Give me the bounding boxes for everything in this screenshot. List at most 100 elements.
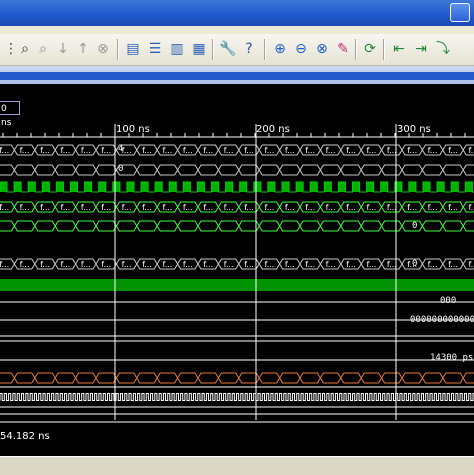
time-tick-300: 300 ns [397, 124, 431, 135]
up-arrow-icon[interactable]: ↑ [74, 40, 92, 58]
status-bar [0, 456, 474, 475]
time-tick-200: 200 ns [256, 124, 290, 135]
bus-label: f... [448, 146, 458, 155]
bus-trace-e [0, 258, 474, 270]
bus-label: f... [468, 260, 474, 269]
bus-label: f... [326, 260, 336, 269]
bus-label: f... [244, 203, 254, 212]
bus-label: f... [203, 203, 213, 212]
menu-bar [0, 26, 474, 34]
bus-label: f... [407, 146, 417, 155]
bus-label: f... [285, 146, 295, 155]
zoom-in-icon[interactable]: ⊕ [271, 40, 289, 58]
bus-label: f... [326, 203, 336, 212]
bus-d-end-value: 0 [412, 221, 418, 231]
bus-label: f... [81, 146, 91, 155]
down-arrow-icon[interactable]: ↓ [54, 40, 72, 58]
bus-label: f... [60, 260, 70, 269]
bus-label: f... [407, 203, 417, 212]
bus-label: f... [264, 260, 274, 269]
bus-label: f... [387, 146, 397, 155]
bus-label: f... [264, 203, 274, 212]
bus-label: f... [101, 146, 111, 155]
settings-icon[interactable]: 🔧 [219, 40, 237, 58]
bus-label: f... [183, 203, 193, 212]
bus-label: f... [224, 203, 234, 212]
bus-label: f... [346, 260, 356, 269]
bus-label: f... [20, 146, 30, 155]
bus-a-value: 4 [118, 144, 124, 154]
cancel-icon[interactable]: ⊗ [94, 40, 112, 58]
bus-label: f... [387, 203, 397, 212]
close-window-button[interactable] [450, 3, 470, 22]
bus-label: f... [366, 203, 376, 212]
bus-label: f... [285, 260, 295, 269]
find-icon[interactable]: ⌕ [16, 40, 34, 58]
bus-label: f... [244, 146, 254, 155]
bus-label: f... [40, 203, 50, 212]
bus-label: f... [468, 203, 474, 212]
bus-label: f... [428, 260, 438, 269]
zoom-area-icon[interactable]: ✎ [334, 40, 352, 58]
cursor-time-field[interactable]: 0 ns [0, 101, 20, 128]
bus-label: f... [162, 260, 172, 269]
bus-label: f... [122, 260, 132, 269]
bus-label: f... [346, 203, 356, 212]
bus-label: f... [162, 146, 172, 155]
find-next-icon[interactable]: ⌕ [34, 40, 52, 58]
bus-label: f... [326, 146, 336, 155]
bus-label: f... [285, 203, 295, 212]
horizontal-scrollbar[interactable] [0, 72, 474, 80]
bus-label: f... [264, 146, 274, 155]
bus-label: f... [203, 260, 213, 269]
bus-label: f... [428, 146, 438, 155]
window-tile-v-icon[interactable]: ▥ [168, 40, 186, 58]
bus-label: f... [81, 203, 91, 212]
bus-trace-a [0, 144, 474, 156]
bus-trace-b [0, 164, 474, 176]
refresh-icon[interactable]: ⟳ [361, 40, 379, 58]
bus-trace-solid [0, 279, 474, 291]
title-bar [0, 0, 474, 26]
time-tick-100: 100 ns [116, 124, 150, 135]
bus-label: f... [305, 260, 315, 269]
bus-label: f... [346, 146, 356, 155]
bus-label: f... [142, 203, 152, 212]
forward-icon[interactable]: ⇥ [412, 40, 430, 58]
clock-trace-sample [0, 393, 474, 401]
bus-label: f... [448, 203, 458, 212]
bus-label: f... [203, 146, 213, 155]
bus-label: f... [366, 260, 376, 269]
panel-header [0, 66, 474, 84]
waveform-panel: f... f... f... f... f... f... f... f... f... f...… [0, 84, 474, 456]
clock-trace-fast [0, 181, 474, 193]
bus-label: f... [224, 146, 234, 155]
step-icon[interactable]: ⤵ [434, 40, 452, 58]
help-icon[interactable]: ? [240, 40, 258, 58]
bus-label: f... [101, 260, 111, 269]
bus-label: f... [366, 146, 376, 155]
bus-b-value: 0 [118, 164, 124, 174]
bus-label: f... [428, 203, 438, 212]
bus-label: f... [20, 203, 30, 212]
zoom-out-icon[interactable]: ⊖ [292, 40, 310, 58]
bus-label: f... [142, 146, 152, 155]
bus-label: f... [387, 260, 397, 269]
bus-label: f... [142, 260, 152, 269]
bus-label: f... [305, 146, 315, 155]
zoom-fit-icon[interactable]: ⊗ [313, 40, 331, 58]
back-icon[interactable]: ⇤ [390, 40, 408, 58]
bus-label: f... [40, 260, 50, 269]
signal-value-000: 000 [440, 296, 457, 306]
bus-label: f... [101, 203, 111, 212]
window-tile-h-icon[interactable]: ☰ [146, 40, 164, 58]
bus-label: f... [60, 146, 70, 155]
bus-label: f... [40, 146, 50, 155]
bus-label: f... [448, 260, 458, 269]
window-arrange-icon[interactable]: ▦ [190, 40, 208, 58]
bus-label: f... [122, 203, 132, 212]
bus-label: f... [468, 146, 474, 155]
bus-trace-c [0, 201, 474, 213]
window-cascade-icon[interactable]: ▤ [124, 40, 142, 58]
bus-trace-d [0, 220, 474, 232]
